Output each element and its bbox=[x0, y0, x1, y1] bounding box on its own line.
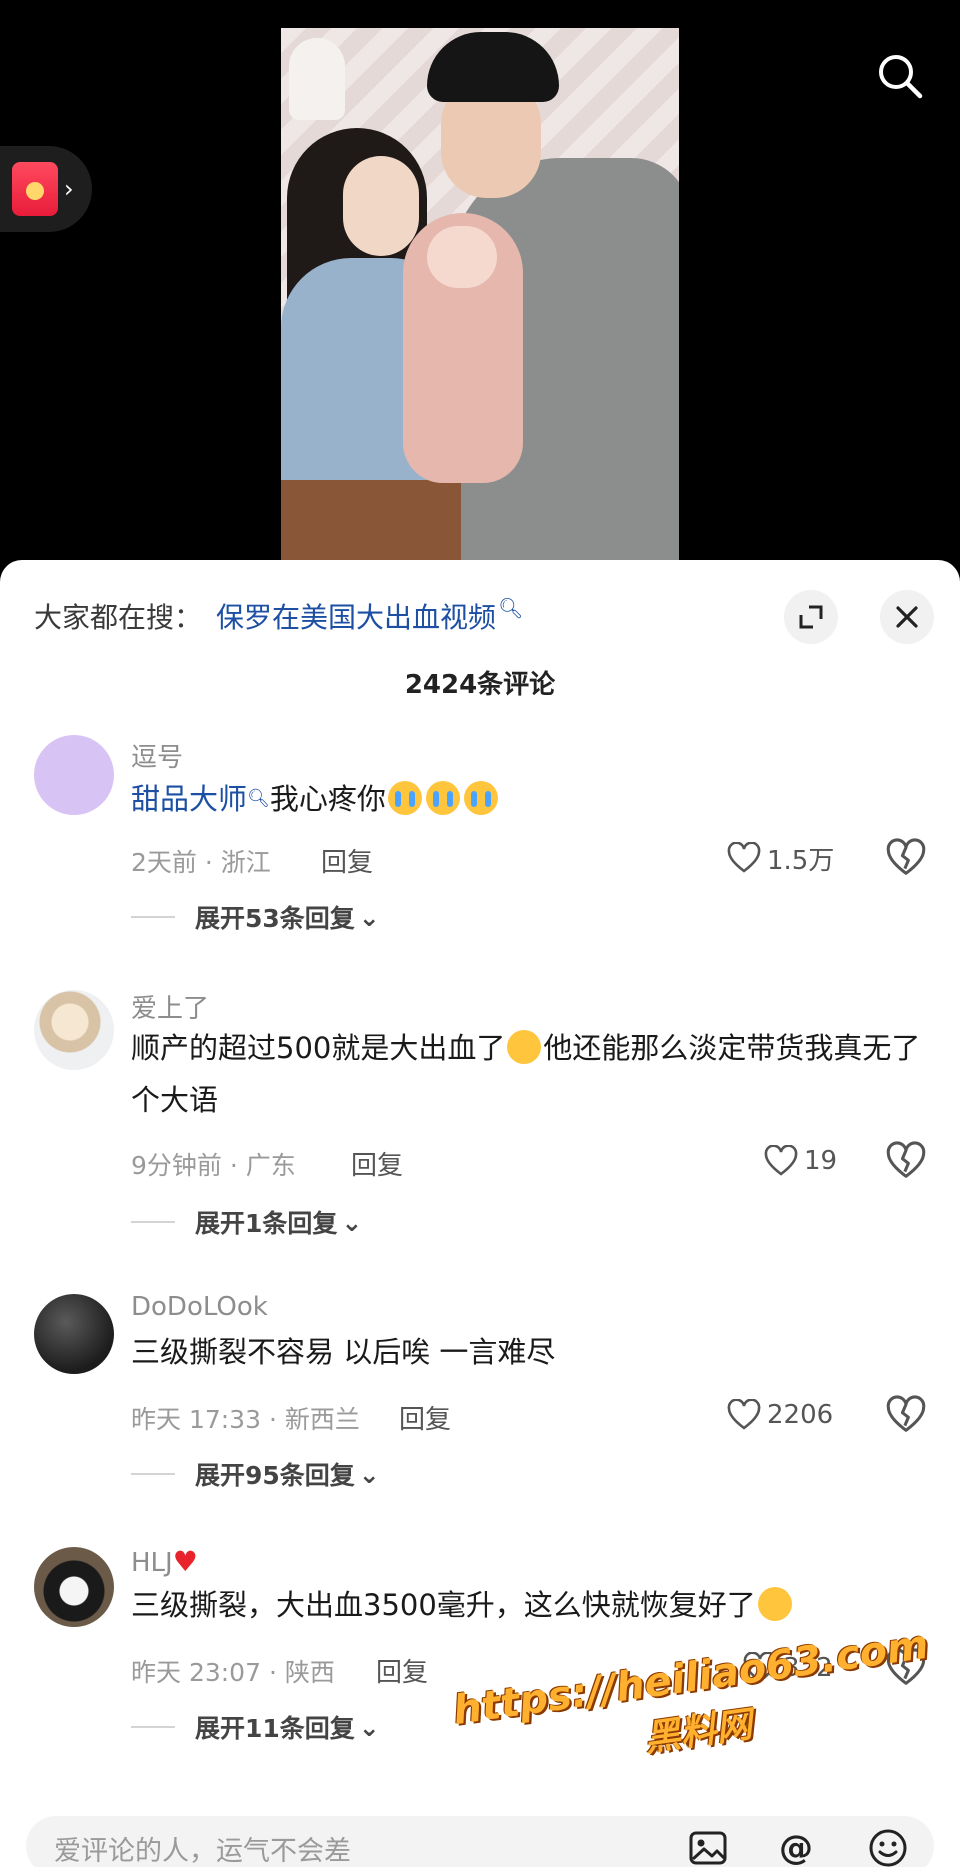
red-heart-icon: ♥ bbox=[172, 1545, 198, 1578]
video-player[interactable]: › bbox=[0, 0, 960, 575]
broken-heart-icon bbox=[886, 838, 926, 875]
crying-emoji-icon bbox=[463, 781, 498, 815]
search-small-icon: 🔍︎ bbox=[498, 596, 524, 620]
comment-input-placeholder: 爱评论的人，运气不会差 bbox=[54, 1836, 351, 1867]
comment-text: 三级撕裂，大出血3500毫升，这么快就恢复好了 bbox=[131, 1579, 931, 1631]
emoji-icon[interactable] bbox=[866, 1826, 910, 1867]
comment-body: 三级撕裂不容易 以后唉 一言难尽 bbox=[131, 1335, 556, 1369]
expand-replies-button[interactable]: 展开53条回复 ⌄ bbox=[131, 899, 380, 935]
video-woman-face bbox=[343, 156, 419, 256]
like-count: 19 bbox=[804, 1146, 838, 1176]
sad-emoji-icon bbox=[507, 1030, 542, 1064]
close-icon bbox=[896, 606, 918, 628]
hot-search-prefix: 大家都在搜： bbox=[34, 601, 203, 634]
comment-body: 顺产的超过500就是大出血了 bbox=[131, 1031, 506, 1065]
dislike-button[interactable] bbox=[886, 1141, 926, 1181]
chevron-down-icon: ⌄ bbox=[358, 1459, 380, 1489]
comment-time-location: 9分钟前 · 广东 bbox=[131, 1151, 296, 1180]
expand-replies-button[interactable]: 展开95条回复 ⌄ bbox=[131, 1456, 380, 1492]
crying-emoji-icon bbox=[387, 781, 422, 815]
heart-outline-icon bbox=[764, 1145, 798, 1176]
image-icon[interactable] bbox=[686, 1826, 730, 1867]
broken-heart-icon bbox=[886, 1141, 926, 1178]
username-text: HLJ bbox=[131, 1548, 173, 1578]
hot-search-query: 保罗在美国大出血视频 bbox=[216, 601, 497, 634]
mention-text: 甜品大师 bbox=[131, 782, 248, 816]
red-packet-button[interactable]: › bbox=[0, 146, 92, 232]
chevron-down-icon: ⌄ bbox=[341, 1207, 363, 1237]
expand-replies-label: 展开53条回复 bbox=[195, 904, 355, 933]
hot-search-link[interactable]: 保罗在美国大出血视频 🔍︎ bbox=[216, 596, 523, 636]
comment-time-location: 2天前 · 浙江 bbox=[131, 848, 271, 877]
red-packet-icon bbox=[12, 162, 58, 216]
mention-icon[interactable]: @ bbox=[774, 1826, 818, 1867]
comment-body: 三级撕裂，大出血3500毫升，这么快就恢复好了 bbox=[131, 1588, 756, 1622]
dislike-button[interactable] bbox=[886, 1395, 926, 1435]
svg-text:@: @ bbox=[779, 1828, 813, 1867]
expand-replies-label: 展开1条回复 bbox=[195, 1209, 338, 1238]
like-count: 2206 bbox=[767, 1400, 834, 1430]
heart-outline-icon bbox=[727, 842, 761, 873]
like-button[interactable]: 2206 bbox=[727, 1395, 833, 1435]
avatar[interactable] bbox=[34, 1294, 114, 1374]
comment-username[interactable]: DoDoLOok bbox=[131, 1292, 268, 1322]
comment-time-location: 昨天 23:07 · 陕西 bbox=[131, 1658, 335, 1687]
divider-line bbox=[131, 1473, 175, 1475]
comment-text: 顺产的超过500就是大出血了 他还能那么淡定带货我真无了个大语 bbox=[131, 1022, 931, 1126]
crying-emoji-icon bbox=[425, 781, 460, 815]
avatar[interactable] bbox=[34, 990, 114, 1070]
chevron-down-icon: ⌄ bbox=[358, 902, 380, 932]
divider-line bbox=[131, 916, 175, 918]
avatar[interactable] bbox=[34, 735, 114, 815]
dislike-button[interactable] bbox=[886, 838, 926, 878]
comment-time-location: 昨天 17:33 · 新西兰 bbox=[131, 1405, 360, 1434]
expand-icon bbox=[799, 605, 823, 629]
divider-line bbox=[131, 1726, 175, 1728]
comment-username[interactable]: HLJ♥ bbox=[131, 1545, 198, 1578]
video-frame[interactable] bbox=[281, 28, 679, 573]
heart-outline-icon bbox=[727, 1399, 761, 1430]
divider-line bbox=[131, 1221, 175, 1223]
comment-count: 2424条评论 bbox=[404, 670, 556, 700]
comment-body: 我心疼你 bbox=[269, 782, 386, 816]
like-button[interactable]: 1.5万 bbox=[727, 838, 834, 878]
drooling-emoji-icon bbox=[757, 1587, 792, 1621]
expand-replies-button[interactable]: 展开11条回复 ⌄ bbox=[131, 1709, 380, 1745]
expand-replies-button[interactable]: 展开1条回复 ⌄ bbox=[131, 1204, 362, 1240]
video-lamp bbox=[289, 38, 345, 120]
expand-replies-label: 展开95条回复 bbox=[195, 1461, 355, 1490]
expand-sheet-button[interactable] bbox=[784, 590, 838, 644]
broken-heart-icon bbox=[886, 1395, 926, 1432]
comment-input-bar: 爱评论的人，运气不会差 @ bbox=[0, 1812, 960, 1867]
expand-replies-label: 展开11条回复 bbox=[195, 1714, 355, 1743]
search-small-icon: 🔍︎ bbox=[247, 788, 270, 809]
comment-text: 三级撕裂不容易 以后唉 一言难尽 bbox=[131, 1326, 931, 1378]
reply-button[interactable]: 回复 bbox=[321, 842, 373, 879]
reply-button[interactable]: 回复 bbox=[351, 1145, 403, 1182]
search-icon bbox=[879, 55, 923, 99]
mention-link[interactable]: 甜品大师🔍︎ bbox=[131, 782, 270, 816]
chevron-right-icon: › bbox=[64, 175, 74, 203]
comment-username[interactable]: 逗号 bbox=[131, 737, 183, 774]
comment-username[interactable]: 爱上了 bbox=[131, 988, 209, 1025]
chevron-down-icon: ⌄ bbox=[358, 1712, 380, 1742]
reply-button[interactable]: 回复 bbox=[399, 1399, 451, 1436]
reply-button[interactable]: 回复 bbox=[376, 1652, 428, 1689]
video-baby-face bbox=[427, 226, 497, 288]
search-button[interactable] bbox=[874, 50, 926, 102]
comment-text: 甜品大师🔍︎我心疼你 bbox=[131, 773, 931, 825]
close-sheet-button[interactable] bbox=[880, 590, 934, 644]
sheet-header: 大家都在搜： 保罗在美国大出血视频 🔍︎ bbox=[0, 560, 960, 670]
avatar[interactable] bbox=[34, 1547, 114, 1627]
like-button[interactable]: 19 bbox=[764, 1141, 837, 1181]
comment-input[interactable]: 爱评论的人，运气不会差 @ bbox=[26, 1816, 934, 1867]
like-count: 1.5万 bbox=[767, 845, 835, 876]
